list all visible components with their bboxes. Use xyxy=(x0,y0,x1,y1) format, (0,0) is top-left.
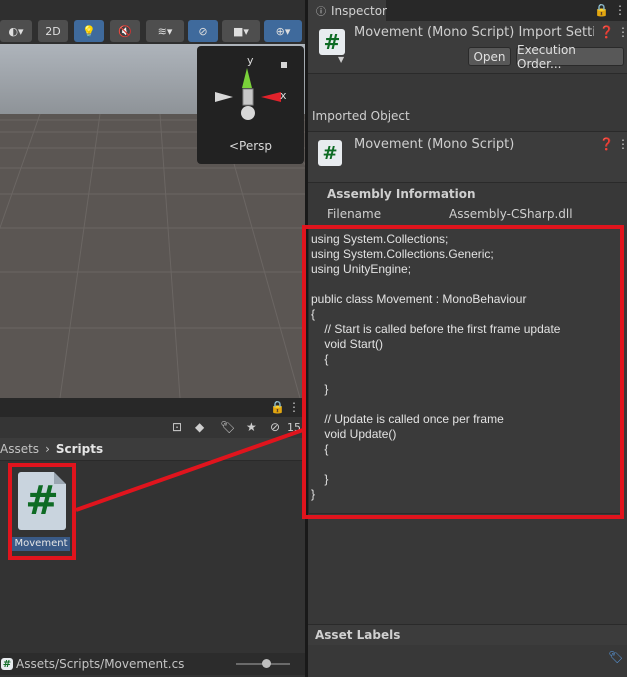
highlight-connector-line xyxy=(75,428,304,512)
